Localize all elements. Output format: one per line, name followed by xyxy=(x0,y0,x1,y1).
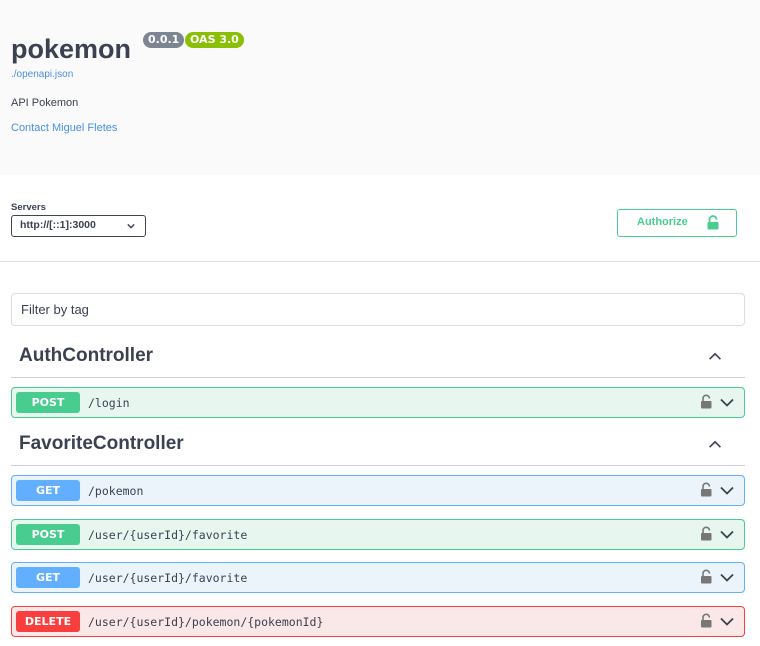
tag-name: FavoriteController xyxy=(19,433,184,454)
operation-summary[interactable]: POST/user/{userId}/favorite xyxy=(11,519,745,550)
tag-section-header[interactable]: FavoriteController xyxy=(11,431,745,466)
operation-path: /user/{userId}/favorite xyxy=(88,571,248,585)
operation-path: /login xyxy=(88,396,130,410)
lock-icon[interactable] xyxy=(700,394,713,409)
chevron-down-icon[interactable] xyxy=(720,573,734,582)
method-badge: GET xyxy=(16,480,80,501)
servers-label: Servers xyxy=(11,202,46,213)
operation-summary[interactable]: DELETE/user/{userId}/pokemon/{pokemonId} xyxy=(11,606,745,637)
operation-summary[interactable]: POST/login xyxy=(11,387,745,418)
method-badge: POST xyxy=(16,524,80,545)
method-badge: POST xyxy=(16,392,80,413)
operation-summary[interactable]: GET/user/{userId}/favorite xyxy=(11,562,745,593)
chevron-up-icon[interactable] xyxy=(708,440,722,449)
servers-select[interactable]: http://[::1]:3000 xyxy=(11,215,146,237)
contact-link[interactable]: Contact Miguel Fletes xyxy=(11,122,117,134)
chevron-down-icon[interactable] xyxy=(720,530,734,539)
scheme-container: Servers http://[::1]:3000 Authorize xyxy=(0,175,760,262)
chevron-down-icon[interactable] xyxy=(720,617,734,626)
version-badge: 0.0.1 xyxy=(143,32,185,48)
operation-path: /user/{userId}/pokemon/{pokemonId} xyxy=(88,615,324,629)
api-title: pokemon xyxy=(11,34,132,64)
chevron-down-icon xyxy=(127,223,135,229)
authorize-label: Authorize xyxy=(637,216,688,228)
filter-by-tag-input[interactable]: Filter by tag xyxy=(11,293,745,326)
lock-icon[interactable] xyxy=(700,613,713,628)
tag-section-header[interactable]: AuthController xyxy=(11,343,745,378)
authorize-button[interactable]: Authorize xyxy=(617,209,737,237)
operation-summary[interactable]: GET/pokemon xyxy=(11,475,745,506)
lock-icon[interactable] xyxy=(700,569,713,584)
oas-badge: OAS 3.0 xyxy=(185,32,244,48)
operation-path: /user/{userId}/favorite xyxy=(88,528,248,542)
lock-icon xyxy=(707,215,719,230)
info-section: pokemon 0.0.1 OAS 3.0 ./openapi.json API… xyxy=(0,0,760,175)
spec-url-link[interactable]: ./openapi.json xyxy=(11,69,73,80)
api-description: API Pokemon xyxy=(11,97,79,109)
lock-icon[interactable] xyxy=(700,526,713,541)
method-badge: GET xyxy=(16,567,80,588)
servers-selected-value: http://[::1]:3000 xyxy=(20,219,96,231)
method-badge: DELETE xyxy=(16,611,80,632)
chevron-down-icon[interactable] xyxy=(720,398,734,407)
chevron-down-icon[interactable] xyxy=(720,486,734,495)
chevron-up-icon[interactable] xyxy=(708,352,722,361)
tag-name: AuthController xyxy=(19,345,154,366)
operation-path: /pokemon xyxy=(88,484,144,498)
lock-icon[interactable] xyxy=(700,482,713,497)
